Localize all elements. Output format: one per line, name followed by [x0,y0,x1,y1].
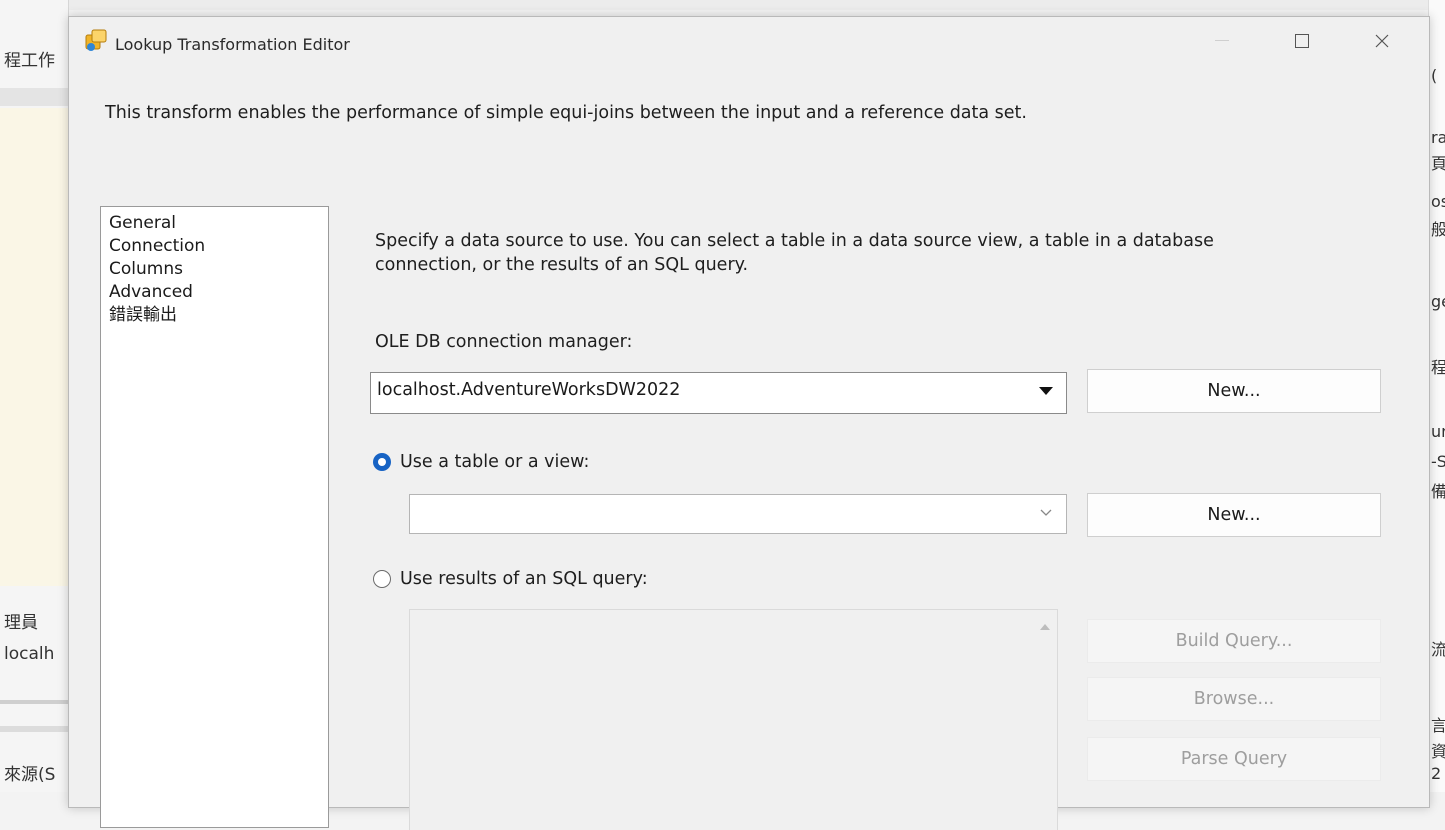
ide-left-strip [0,88,68,106]
ide-right-text: ra [1431,128,1445,147]
minimize-button[interactable] [1199,23,1245,59]
instruction-line: connection, or the results of an SQL que… [375,255,749,275]
connection-manager-value: localhost.AdventureWorksDW2022 [377,380,681,400]
ide-background-top [0,0,1445,10]
ide-right-text: 言 [1431,712,1445,736]
use-table-option[interactable]: Use a table or a view: [373,452,589,472]
ide-left-text: 來源(S [4,765,56,785]
ide-right-text: 2 [1431,764,1442,783]
chevron-down-icon[interactable] [1036,504,1056,522]
nav-item-general[interactable]: General [101,212,328,235]
ide-right-panel: ( ra 頁 os 般 ge 程 ur -S 備 流 言 資 2 [1428,0,1445,792]
new-connection-button[interactable]: New... [1087,369,1381,413]
table-view-combobox[interactable] [409,494,1067,534]
nav-item-connection[interactable]: Connection [101,235,328,258]
ide-right-text: ge [1431,292,1445,311]
title-bar[interactable]: Lookup Transformation Editor [69,17,1429,69]
browse-button[interactable]: Browse... [1087,677,1381,721]
nav-item-columns[interactable]: Columns [101,258,328,281]
ide-right-text: 資 [1431,738,1445,762]
ide-right-text: ur [1431,422,1445,441]
ide-right-text: 般 [1431,216,1445,240]
lookup-transformation-editor-dialog: Lookup Transformation Editor This transf… [68,16,1430,830]
scroll-up-icon[interactable] [1039,616,1051,630]
window-title: Lookup Transformation Editor [115,35,350,54]
ide-left-divider [0,726,68,732]
ide-left-panel: 程工作 理員 localh 來源(S [0,0,69,792]
ide-left-text: 程工作 [4,51,55,71]
instruction-line: Specify a data source to use. You can se… [375,231,1214,251]
connection-instructions: Specify a data source to use. You can se… [375,229,1355,277]
ide-left-text: localh [4,644,55,664]
page-navigation-list: General Connection Columns Advanced 錯誤輸出 [100,206,329,828]
parse-query-button[interactable]: Parse Query [1087,737,1381,781]
ide-right-text: -S [1431,452,1445,471]
radio-selected-icon[interactable] [373,453,391,471]
sql-query-textbox[interactable] [409,609,1058,830]
ide-right-text: ( [1431,66,1438,85]
close-button[interactable] [1359,23,1405,59]
ide-right-text: os [1431,192,1445,211]
ide-right-text: 備 [1431,478,1445,502]
use-table-label: Use a table or a view: [400,452,590,472]
connection-manager-combobox[interactable]: localhost.AdventureWorksDW2022 [370,372,1067,414]
connection-manager-label: OLE DB connection manager: [375,332,633,352]
nav-item-advanced[interactable]: Advanced [101,281,328,304]
ide-left-text: 理員 [4,613,38,633]
nav-item-error-output[interactable]: 錯誤輸出 [101,304,328,327]
new-table-button[interactable]: New... [1087,493,1381,537]
ide-left-divider [0,700,68,704]
maximize-button[interactable] [1279,23,1325,59]
ide-right-text: 程 [1431,354,1445,378]
use-sql-query-option[interactable]: Use results of an SQL query: [373,569,648,589]
radio-unselected-icon[interactable] [373,570,391,588]
maximize-icon [1295,34,1309,48]
dropdown-arrow-icon[interactable] [1036,382,1056,400]
ide-right-text: 頁 [1431,150,1445,174]
dialog-description: This transform enables the performance o… [105,103,1027,123]
use-sql-query-label: Use results of an SQL query: [400,569,648,589]
ide-right-text: 流 [1431,636,1445,660]
build-query-button[interactable]: Build Query... [1087,619,1381,663]
close-icon [1375,34,1389,48]
ide-left-canvas [0,108,68,586]
lookup-transform-icon [83,27,109,53]
